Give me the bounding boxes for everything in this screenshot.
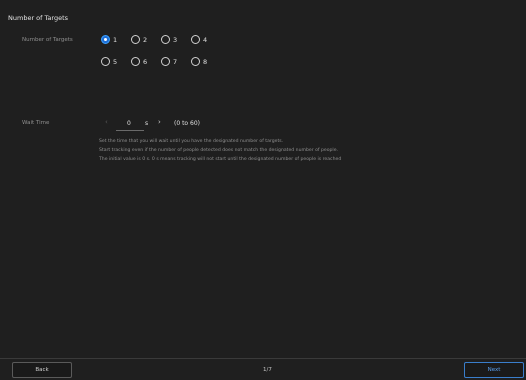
radio-unselected-icon	[191, 57, 200, 66]
radio-unselected-icon	[131, 57, 140, 66]
wait-time-label: Wait Time	[22, 120, 50, 126]
wait-time-unit: s	[145, 120, 149, 127]
radio-unselected-icon	[191, 35, 200, 44]
page-title: Number of Targets	[8, 14, 69, 22]
radio-target-8[interactable]: 8	[191, 57, 207, 66]
radio-unselected-icon	[161, 57, 170, 66]
radio-target-5[interactable]: 5	[101, 57, 117, 66]
chevron-right-icon[interactable]: ›	[158, 119, 161, 126]
next-button[interactable]: Next	[464, 362, 524, 378]
back-button[interactable]: Back	[12, 362, 72, 378]
radio-label: 8	[203, 57, 208, 66]
radio-target-2[interactable]: 2	[131, 35, 147, 44]
radio-unselected-icon	[131, 35, 140, 44]
radio-target-4[interactable]: 4	[191, 35, 207, 44]
wait-time-range: (0 to 60)	[174, 120, 200, 127]
radio-label: 7	[173, 57, 178, 66]
help-text-line-2: Start tracking even if the number of peo…	[99, 148, 338, 153]
radio-label: 4	[203, 35, 208, 44]
radio-unselected-icon	[161, 35, 170, 44]
radio-unselected-icon	[101, 57, 110, 66]
radio-target-7[interactable]: 7	[161, 57, 177, 66]
radio-label: 1	[113, 35, 118, 44]
help-text-line-1: Set the time that you will wait until yo…	[99, 139, 284, 144]
radio-label: 5	[113, 57, 118, 66]
radio-target-3[interactable]: 3	[161, 35, 177, 44]
radio-target-1[interactable]: 1	[101, 35, 117, 44]
radio-selected-icon	[101, 35, 110, 44]
targets-label: Number of Targets	[22, 37, 73, 43]
page-indicator: 1/7	[263, 367, 272, 373]
radio-label: 3	[173, 35, 178, 44]
chevron-left-icon[interactable]: ‹	[105, 119, 108, 126]
wait-time-underline	[116, 130, 144, 131]
footer-divider	[0, 358, 526, 359]
help-text-line-3: The initial value is 0 s. 0 s means trac…	[99, 157, 342, 162]
radio-target-6[interactable]: 6	[131, 57, 147, 66]
wait-time-value[interactable]: 0	[127, 120, 131, 127]
radio-label: 6	[143, 57, 148, 66]
radio-label: 2	[143, 35, 148, 44]
